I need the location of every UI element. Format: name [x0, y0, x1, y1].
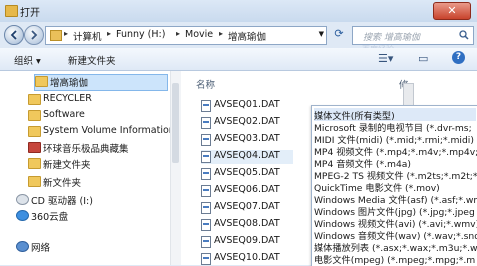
folder-icon [35, 76, 48, 87]
file-name: AVSEQ09.DAT [214, 235, 280, 246]
search-input[interactable]: 搜索 增高瑜伽 [352, 26, 474, 45]
breadcrumb-movie[interactable]: Movie [185, 29, 213, 40]
help-icon[interactable]: ? [452, 51, 465, 64]
close-button[interactable]: ✕ [433, 2, 471, 20]
folder-icon [28, 176, 41, 187]
file-name: AVSEQ07.DAT [214, 201, 280, 212]
folder-icon [5, 5, 18, 17]
scrollbar-thumb[interactable] [172, 83, 179, 163]
cloud-icon [16, 210, 29, 221]
sidebar-item-label: RECYCLER [43, 93, 92, 104]
file-name: AVSEQ02.DAT [214, 116, 280, 127]
file-name: AVSEQ06.DAT [214, 184, 280, 195]
organize-button[interactable]: 组织 ▾ [14, 53, 41, 67]
sidebar-item-label: System Volume Information [43, 125, 175, 136]
network-icon [16, 241, 29, 252]
toolbar: 组织 ▾ 新建文件夹 ☰▾ ▭ ? [0, 48, 477, 71]
chevron-right-icon[interactable]: ▸ [107, 29, 111, 38]
sidebar-item-label: 新建文件夹 [43, 160, 91, 171]
dat-file-icon [201, 253, 211, 265]
dat-file-icon [201, 219, 211, 231]
address-dropdown-icon[interactable]: ▼ [319, 30, 324, 38]
file-name: AVSEQ04.DAT [214, 150, 280, 161]
file-name: AVSEQ08.DAT [214, 218, 280, 229]
file-type-dropdown-list: 媒体文件(所有类型) Microsoft 录制的电视节目 (*.dvr-ms; … [311, 105, 477, 266]
dat-file-icon [201, 236, 211, 248]
dat-file-icon [201, 117, 211, 129]
address-bar[interactable]: ▸ 计算机 ▸ Funny (H:) ▸ Movie ▸ 增高瑜伽 ▼ [45, 26, 327, 45]
file-name: AVSEQ10.DAT [214, 252, 280, 263]
chevron-right-icon[interactable]: ▸ [219, 29, 223, 38]
folder-icon [28, 126, 41, 137]
preview-pane-icon[interactable]: ▭ [418, 52, 428, 65]
navigation-bar: ▸ 计算机 ▸ Funny (H:) ▸ Movie ▸ 增高瑜伽 ▼ ⟳ 搜索… [0, 22, 477, 54]
dat-file-icon [201, 151, 211, 163]
sidebar-item-label: Software [43, 109, 85, 120]
search-placeholder: 搜索 增高瑜伽 [363, 33, 420, 43]
column-header-name[interactable]: 名称 [196, 77, 215, 91]
sidebar-item-label: 网络 [31, 243, 51, 254]
window-title: 打开 [20, 8, 40, 19]
filter-option[interactable]: 电影文件(mpeg) (*.mpeg;*.mpg;*.m [314, 252, 475, 266]
book-icon [28, 142, 41, 153]
dat-file-icon [201, 168, 211, 180]
dat-file-icon [201, 185, 211, 197]
cd-drive-icon [16, 194, 29, 205]
sidebar-item-label: 增高瑜伽 [50, 78, 89, 89]
sidebar-item-label: CD 驱动器 (I:) [31, 196, 93, 207]
folder-icon [28, 110, 41, 121]
navigation-pane: 增高瑜伽 RECYCLER Software System Volume Inf… [0, 71, 181, 265]
chevron-right-icon: ▸ [64, 29, 69, 38]
breadcrumb-drive[interactable]: Funny (H:) [116, 29, 165, 40]
file-item[interactable]: AVSEQ04.DAT [201, 150, 293, 164]
title-bar: 打开 ✕ [0, 0, 477, 22]
file-name: AVSEQ05.DAT [214, 167, 280, 178]
folder-icon [28, 158, 41, 169]
dat-file-icon [201, 134, 211, 146]
sidebar-item-label: 360云盘 [31, 212, 69, 223]
file-name: AVSEQ03.DAT [214, 133, 280, 144]
sidebar-item-current-folder[interactable]: 增高瑜伽 [34, 74, 168, 91]
back-button[interactable] [4, 25, 24, 45]
back-arrow-icon [10, 30, 17, 40]
forward-button[interactable] [24, 25, 44, 45]
view-options-icon[interactable]: ☰▾ [378, 52, 393, 65]
dat-file-icon [201, 202, 211, 214]
folder-icon [50, 30, 62, 41]
sidebar-item-label: 新文件夹 [43, 178, 82, 189]
navigation-scrollbar[interactable] [170, 71, 181, 265]
dat-file-icon [201, 100, 211, 112]
folder-icon [28, 94, 41, 105]
breadcrumb-computer[interactable]: 计算机 [73, 29, 102, 43]
new-folder-button[interactable]: 新建文件夹 [68, 53, 116, 67]
refresh-icon[interactable]: ⟳ [330, 27, 348, 42]
file-name: AVSEQ01.DAT [214, 99, 280, 110]
sidebar-item-label: 环球音乐极品典藏集 [43, 144, 129, 155]
chevron-right-icon[interactable]: ▸ [176, 29, 180, 38]
search-icon[interactable] [459, 30, 469, 40]
breadcrumb-current-folder[interactable]: 增高瑜伽 [228, 29, 266, 43]
forward-arrow-icon [31, 30, 38, 40]
